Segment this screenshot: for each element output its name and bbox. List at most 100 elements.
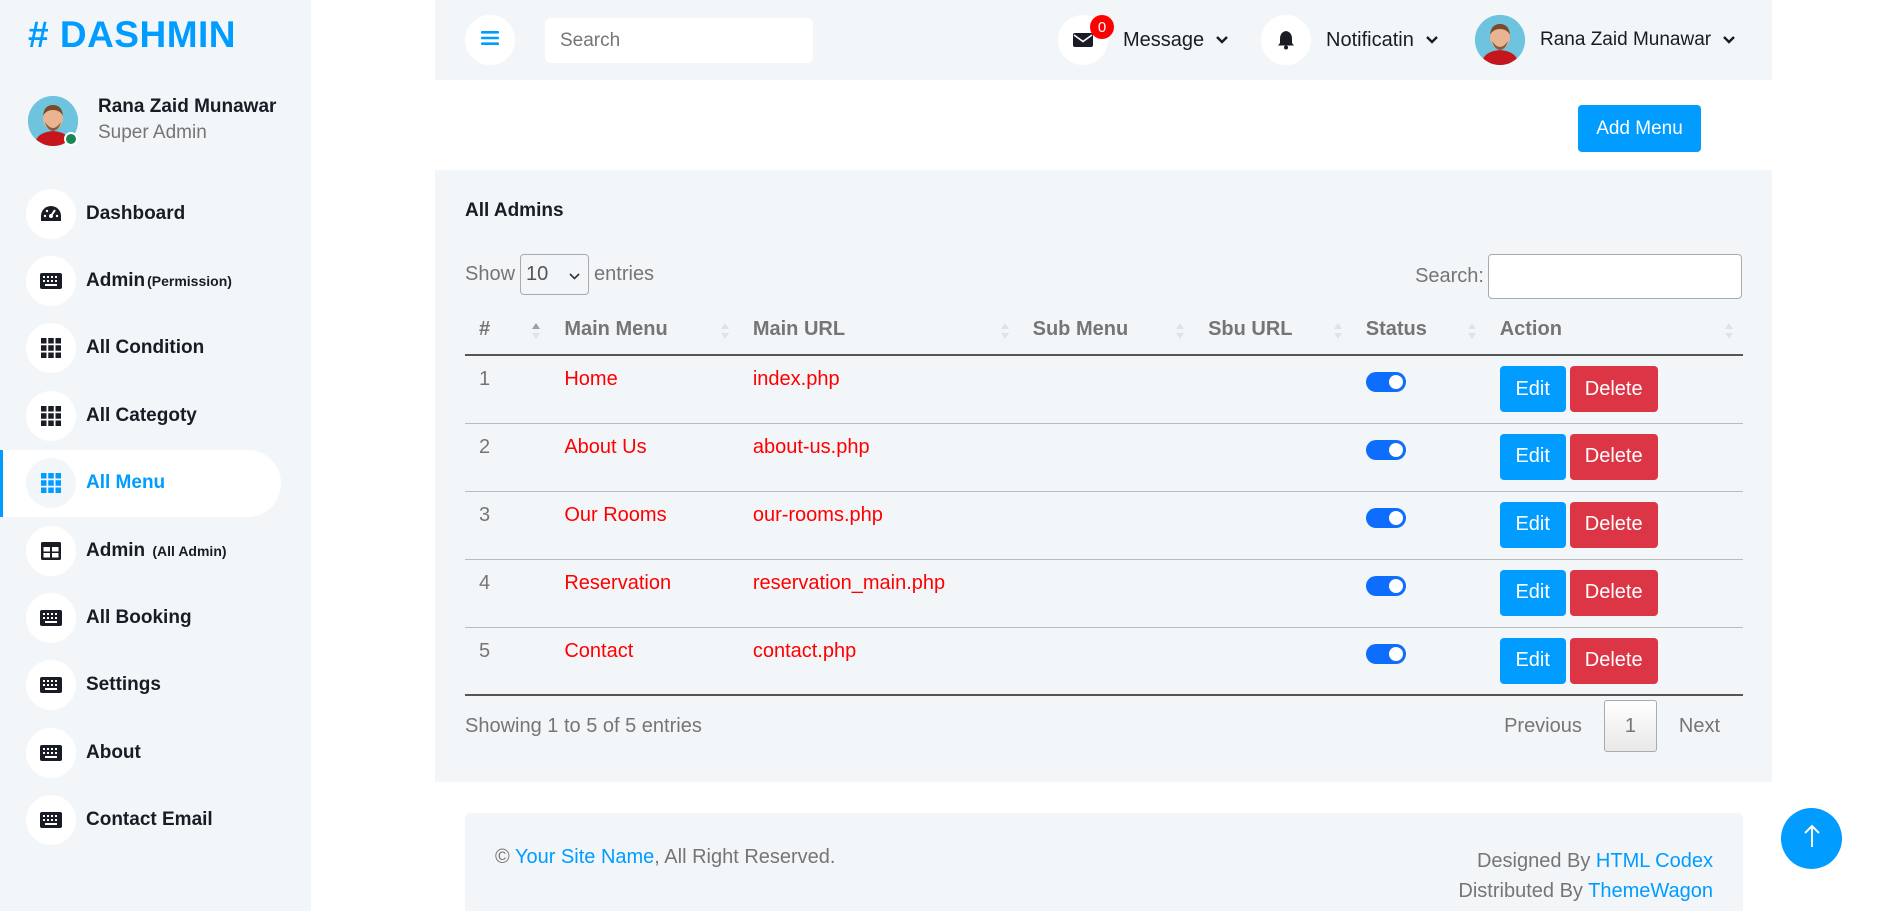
sort-icon xyxy=(1333,322,1342,345)
keyboard-icon xyxy=(26,593,76,644)
sidebar-item-all-booking[interactable]: All Booking xyxy=(0,584,281,651)
message-count-badge: 0 xyxy=(1090,15,1114,39)
row-number: 2 xyxy=(465,423,551,492)
status-toggle[interactable] xyxy=(1365,575,1406,596)
status-toggle[interactable] xyxy=(1365,643,1406,664)
status-toggle[interactable] xyxy=(1365,439,1406,460)
sidebar-item-settings[interactable]: Settings xyxy=(0,652,281,719)
sidebar-item-label: Settings xyxy=(86,674,161,696)
action-bar: Add Menu xyxy=(435,80,1772,170)
delete-button[interactable]: Delete xyxy=(1569,366,1658,412)
site-name-link[interactable]: Your Site Name xyxy=(515,846,654,868)
column-header-status[interactable]: Status xyxy=(1351,304,1486,356)
designer-link[interactable]: HTML Codex xyxy=(1596,850,1713,872)
sub-menu-cell xyxy=(1018,355,1195,424)
sidebar-item-all-menu[interactable]: All Menu xyxy=(0,449,281,517)
table-icon xyxy=(26,525,76,576)
user-dropdown[interactable]: Rana Zaid Munawar xyxy=(1475,15,1735,65)
grid-icon xyxy=(26,390,76,441)
action-cell: Edit Delete xyxy=(1485,423,1743,492)
table-search: Search: xyxy=(1415,254,1742,299)
delete-button[interactable]: Delete xyxy=(1569,501,1658,548)
status-cell xyxy=(1351,627,1486,696)
back-to-top-button[interactable] xyxy=(1781,808,1842,869)
edit-button[interactable]: Edit xyxy=(1499,366,1566,412)
sidebar-item-admin-all-admin[interactable]: Admin (All Admin) xyxy=(0,517,281,584)
next-page-button[interactable]: Next xyxy=(1657,715,1742,738)
sidebar-item-contact-email[interactable]: Contact Email xyxy=(0,787,281,854)
search-input[interactable] xyxy=(545,18,813,63)
page-scrollbar[interactable] xyxy=(1890,0,1904,911)
row-number: 4 xyxy=(465,559,551,628)
status-cell xyxy=(1351,491,1486,560)
distributor-link[interactable]: ThemeWagon xyxy=(1588,880,1713,902)
main-menu-cell: Contact xyxy=(550,627,739,696)
main-menu-cell: Our Rooms xyxy=(550,491,739,560)
hamburger-icon xyxy=(481,30,499,51)
message-dropdown[interactable]: 0 Message xyxy=(1058,15,1229,65)
previous-page-button[interactable]: Previous xyxy=(1482,715,1604,738)
edit-button[interactable]: Edit xyxy=(1499,501,1566,548)
sub-url-cell xyxy=(1194,423,1352,492)
table-header-row: # Main Menu Main URL Sub Menu Sbu URL St… xyxy=(465,304,1743,356)
status-toggle[interactable] xyxy=(1365,372,1406,392)
brand-logo[interactable]: # DASHMIN xyxy=(28,14,236,56)
sidebar-item-dashboard[interactable]: Dashboard xyxy=(0,180,281,247)
online-status-icon xyxy=(64,132,78,146)
sidebar-item-admin-permission[interactable]: Admin (Permission) xyxy=(0,247,281,314)
sidebar-item-label: All Condition xyxy=(86,337,205,359)
column-header-main-url[interactable]: Main URL xyxy=(738,304,1019,356)
edit-button[interactable]: Edit xyxy=(1499,569,1566,616)
column-header-main-menu[interactable]: Main Menu xyxy=(550,304,739,356)
sidebar-item-label: Admin xyxy=(86,539,146,561)
main-menu-cell: About Us xyxy=(550,423,739,492)
delete-button[interactable]: Delete xyxy=(1569,637,1658,684)
column-header-number[interactable]: # xyxy=(465,304,551,356)
page-length-select[interactable]: 10 xyxy=(520,254,590,295)
table-search-input[interactable] xyxy=(1488,254,1742,299)
sidebar-nav: Dashboard Admin (Permission) All Conditio… xyxy=(0,180,311,854)
sidebar-item-all-category[interactable]: All Categoty xyxy=(0,382,281,449)
status-cell xyxy=(1351,355,1486,424)
menu-table: # Main Menu Main URL Sub Menu Sbu URL St… xyxy=(465,304,1743,696)
row-number: 5 xyxy=(465,627,551,696)
bell-icon xyxy=(1261,15,1311,65)
action-cell: Edit Delete xyxy=(1485,559,1743,628)
tachometer-icon xyxy=(26,188,76,239)
main-url-cell: reservation_main.php xyxy=(738,559,1019,628)
delete-button[interactable]: Delete xyxy=(1569,433,1658,480)
action-cell: Edit Delete xyxy=(1485,491,1743,560)
sidebar-toggle-button[interactable] xyxy=(465,15,515,65)
column-header-action[interactable]: Action xyxy=(1485,304,1743,356)
designed-by-label: Designed By xyxy=(1476,850,1591,872)
status-cell xyxy=(1351,423,1486,492)
table-row: 4 Reservation reservation_main.php Edit D… xyxy=(465,559,1743,628)
status-toggle[interactable] xyxy=(1365,507,1406,528)
sidebar-item-all-condition[interactable]: All Condition xyxy=(0,315,281,382)
sidebar-item-about[interactable]: About xyxy=(0,719,281,786)
table-search-label: Search: xyxy=(1415,265,1484,287)
distributed-by-label: Distributed By xyxy=(1458,880,1583,902)
sub-url-cell xyxy=(1194,627,1352,696)
column-header-sub-url[interactable]: Sbu URL xyxy=(1194,304,1352,356)
edit-button[interactable]: Edit xyxy=(1499,433,1566,480)
table-row: 1 Home index.php Edit Delete xyxy=(465,355,1743,424)
row-number: 1 xyxy=(465,355,551,424)
edit-button[interactable]: Edit xyxy=(1499,637,1566,684)
add-menu-button[interactable]: Add Menu xyxy=(1578,105,1701,152)
sub-url-cell xyxy=(1194,559,1352,628)
notification-dropdown[interactable]: Notificatin xyxy=(1261,15,1438,65)
footer: © Your Site Name, All Right Reserved. De… xyxy=(465,813,1743,911)
delete-button[interactable]: Delete xyxy=(1569,569,1658,616)
sort-icon xyxy=(1725,322,1733,345)
sidebar-item-label: All Menu xyxy=(86,472,166,494)
sidebar: # DASHMIN Rana Zaid Munawar Super Admin … xyxy=(0,0,311,911)
main-url-cell: contact.php xyxy=(738,627,1019,696)
page-button-current[interactable]: 1 xyxy=(1603,700,1657,752)
sub-menu-cell xyxy=(1018,491,1195,560)
sub-url-cell xyxy=(1194,355,1352,424)
sidebar-item-label: Admin xyxy=(86,270,146,292)
sub-url-cell xyxy=(1194,491,1352,560)
page-length-value: 10 xyxy=(526,263,549,285)
column-header-sub-menu[interactable]: Sub Menu xyxy=(1018,304,1195,356)
